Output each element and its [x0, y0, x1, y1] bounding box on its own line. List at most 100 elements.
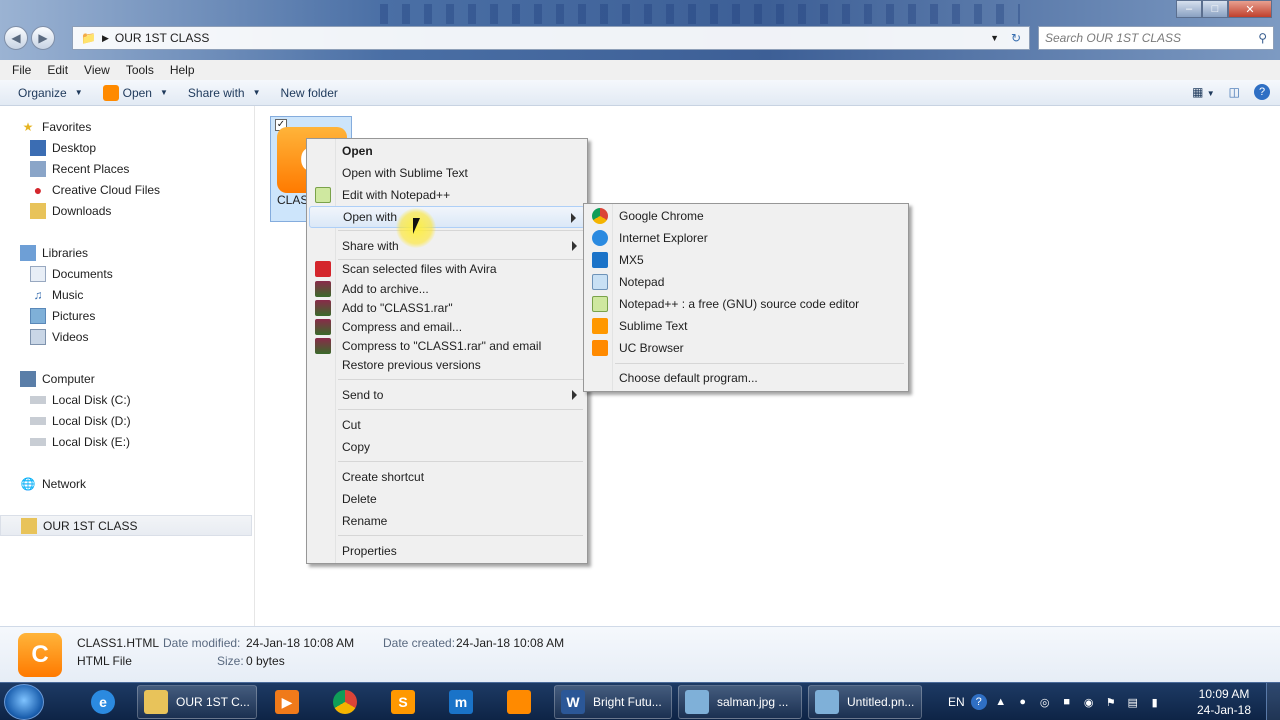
- network-icon[interactable]: ▤: [1125, 694, 1141, 710]
- ctx-open-with-sublime[interactable]: Open with Sublime Text: [309, 162, 585, 184]
- ctx-create-shortcut[interactable]: Create shortcut: [309, 466, 585, 488]
- chevron-up-icon[interactable]: ▲: [993, 694, 1009, 710]
- minimize-icon[interactable]: –: [1176, 0, 1202, 18]
- ctx-cut[interactable]: Cut: [309, 414, 585, 436]
- tray-app-icon[interactable]: ●: [1015, 694, 1031, 710]
- ctx-open-with[interactable]: Open with: [309, 206, 585, 228]
- help-icon[interactable]: ?: [1254, 84, 1270, 100]
- nav-label: Libraries: [42, 245, 89, 260]
- nav-computer[interactable]: Computer: [0, 368, 254, 389]
- language-indicator[interactable]: EN: [948, 695, 965, 709]
- openwith-google-chrome[interactable]: Google Chrome: [586, 205, 906, 227]
- submenu-arrow-icon: [572, 390, 577, 400]
- taskbar-word-window[interactable]: W Bright Futu...: [554, 685, 672, 719]
- nav-libraries[interactable]: Libraries: [0, 242, 254, 263]
- taskbar-image1-window[interactable]: salman.jpg ...: [678, 685, 802, 719]
- help-icon[interactable]: ?: [970, 694, 987, 710]
- openwith-notepad[interactable]: Notepad: [586, 271, 906, 293]
- open-with-submenu: Google Chrome Internet Explorer MX5 Note…: [583, 203, 909, 392]
- clock[interactable]: 10:09 AM 24-Jan-18: [1196, 686, 1252, 718]
- close-icon[interactable]: ✕: [1228, 0, 1272, 18]
- taskbar-mx5[interactable]: m: [436, 685, 486, 719]
- nav-local-disk-c[interactable]: Local Disk (C:): [0, 389, 254, 410]
- organize-button[interactable]: Organize ▼: [8, 82, 93, 104]
- nav-local-disk-d[interactable]: Local Disk (D:): [0, 410, 254, 431]
- ctx-properties[interactable]: Properties: [309, 540, 585, 562]
- start-button[interactable]: [4, 684, 44, 720]
- internet-explorer-icon: [592, 230, 608, 246]
- nav-pictures[interactable]: Pictures: [0, 305, 254, 326]
- maximize-icon[interactable]: □: [1202, 0, 1228, 18]
- ctx-restore-previous[interactable]: Restore previous versions: [309, 354, 585, 376]
- computer-icon: [20, 370, 36, 387]
- mx5-icon: [592, 252, 608, 268]
- nav-network[interactable]: 🌐 Network: [0, 473, 254, 494]
- avira-icon: [315, 261, 331, 277]
- taskbar-chrome[interactable]: [320, 685, 370, 719]
- ctx-rename[interactable]: Rename: [309, 510, 585, 532]
- tray-app-icon[interactable]: ◎: [1037, 694, 1053, 710]
- tray-app-icon[interactable]: ◉: [1081, 694, 1097, 710]
- nav-creative-cloud[interactable]: ● Creative Cloud Files: [0, 179, 254, 200]
- nav-music[interactable]: ♫ Music: [0, 284, 254, 305]
- nav-local-disk-e[interactable]: Local Disk (E:): [0, 431, 254, 452]
- search-icon[interactable]: ⚲: [1258, 31, 1267, 45]
- taskbar-explorer-window[interactable]: OUR 1ST C...: [137, 685, 257, 719]
- nav-current-folder[interactable]: OUR 1ST CLASS: [0, 515, 252, 536]
- nav-videos[interactable]: Videos: [0, 326, 254, 347]
- taskbar-sublime-text[interactable]: S: [378, 685, 428, 719]
- ctx-open[interactable]: Open: [309, 140, 585, 162]
- nav-recent-places[interactable]: Recent Places: [0, 158, 254, 179]
- taskbar-media-player[interactable]: ▶: [262, 685, 312, 719]
- preview-pane-icon[interactable]: ◫: [1229, 85, 1240, 99]
- mouse-pointer-icon: [413, 218, 427, 234]
- menu-view[interactable]: View: [76, 63, 118, 77]
- menu-edit[interactable]: Edit: [39, 63, 76, 77]
- open-label: Open: [122, 85, 152, 100]
- refresh-icon[interactable]: ↻: [1011, 31, 1021, 45]
- ctx-copy[interactable]: Copy: [309, 436, 585, 458]
- address-bar[interactable]: 📁 ▶ OUR 1ST CLASS ▼ ↻: [72, 26, 1030, 50]
- background-decoration: [380, 4, 1020, 24]
- ctx-send-to[interactable]: Send to: [309, 384, 585, 406]
- ctx-delete[interactable]: Delete: [309, 488, 585, 510]
- forward-button[interactable]: ▶: [31, 26, 55, 50]
- nav-desktop[interactable]: Desktop: [0, 137, 254, 158]
- ctx-share-with[interactable]: Share with: [309, 235, 585, 257]
- details-file-type: HTML File: [77, 654, 132, 668]
- nav-downloads[interactable]: Downloads: [0, 200, 254, 221]
- open-button[interactable]: Open ▼: [93, 82, 178, 104]
- menu-separator: [615, 363, 904, 364]
- ctx-scan-avira[interactable]: Scan selected files with Avira: [309, 258, 585, 280]
- navigation-pane: ★ Favorites Desktop Recent Places ● Creati…: [0, 106, 255, 626]
- chevron-down-icon[interactable]: ▼: [160, 88, 168, 97]
- menu-tools[interactable]: Tools: [118, 63, 162, 77]
- share-with-button[interactable]: Share with ▼: [178, 82, 271, 104]
- view-options-icon[interactable]: ▦ ▼: [1192, 85, 1215, 99]
- folder-icon: 📁: [81, 31, 96, 45]
- battery-icon[interactable]: ▮: [1147, 694, 1163, 710]
- show-desktop-button[interactable]: [1266, 683, 1280, 720]
- openwith-choose-default[interactable]: Choose default program...: [586, 367, 906, 389]
- back-button[interactable]: ◀: [4, 26, 28, 50]
- openwith-mx5[interactable]: MX5: [586, 249, 906, 271]
- menu-help[interactable]: Help: [162, 63, 203, 77]
- openwith-internet-explorer[interactable]: Internet Explorer: [586, 227, 906, 249]
- ctx-edit-with-notepadpp[interactable]: Edit with Notepad++: [309, 184, 585, 206]
- chevron-down-icon[interactable]: ▼: [990, 33, 999, 43]
- nav-documents[interactable]: Documents: [0, 263, 254, 284]
- details-modified-value: 24-Jan-18 10:08 AM: [246, 636, 355, 650]
- uc-browser-icon: [102, 84, 119, 101]
- nav-favorites[interactable]: ★ Favorites: [0, 116, 254, 137]
- new-folder-button[interactable]: New folder: [271, 82, 348, 104]
- search-input[interactable]: Search OUR 1ST CLASS ⚲: [1038, 26, 1274, 50]
- openwith-notepadpp[interactable]: Notepad++ : a free (GNU) source code edi…: [586, 293, 906, 315]
- flag-icon[interactable]: ⚑: [1103, 694, 1119, 710]
- openwith-sublime-text[interactable]: Sublime Text: [586, 315, 906, 337]
- tray-app-icon[interactable]: ■: [1059, 694, 1075, 710]
- taskbar-internet-explorer[interactable]: e: [78, 685, 128, 719]
- taskbar-image2-window[interactable]: Untitled.pn...: [808, 685, 922, 719]
- taskbar-uc-browser[interactable]: [494, 685, 544, 719]
- openwith-uc-browser[interactable]: UC Browser: [586, 337, 906, 359]
- menu-file[interactable]: File: [4, 63, 39, 77]
